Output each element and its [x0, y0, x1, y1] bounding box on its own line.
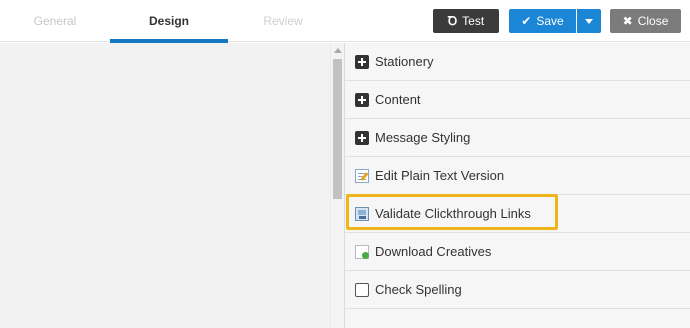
- panel-item-edit-plain-text[interactable]: Edit Plain Text Version: [345, 157, 690, 195]
- save-button-label: Save: [536, 14, 564, 28]
- scrollbar-thumb[interactable]: [333, 59, 342, 199]
- header-bar: General Design Review Ꝺ Test ✔ Save ✖ Close: [0, 0, 690, 43]
- panel-item-label: Stationery: [375, 54, 434, 69]
- chevron-down-icon: [585, 19, 593, 25]
- edit-document-icon: [355, 169, 369, 183]
- save-options-dropdown[interactable]: [577, 9, 601, 33]
- plus-square-icon: [355, 131, 369, 145]
- panel-item-message-styling[interactable]: Message Styling: [345, 119, 690, 157]
- highlight-outline: [346, 194, 558, 230]
- design-options-panel: Stationery Content Message Styling Edit …: [344, 43, 690, 328]
- close-icon: ✖: [622, 14, 633, 28]
- plus-square-icon: [355, 55, 369, 69]
- panel-item-label: Content: [375, 92, 421, 107]
- test-button-label: Test: [462, 14, 485, 28]
- panel-item-label: Message Styling: [375, 130, 471, 145]
- test-icon: Ꝺ: [447, 14, 458, 28]
- plus-square-icon: [355, 93, 369, 107]
- save-button[interactable]: ✔ Save: [509, 9, 576, 33]
- panel-item-label: Edit Plain Text Version: [375, 168, 505, 183]
- checkbox-icon[interactable]: [355, 283, 369, 297]
- tab-design[interactable]: Design: [110, 0, 228, 43]
- download-document-icon: [355, 245, 369, 259]
- design-canvas: [0, 43, 330, 328]
- panel-item-stationery[interactable]: Stationery: [345, 43, 690, 81]
- checkmark-icon: ✔: [521, 14, 532, 28]
- tab-review[interactable]: Review: [228, 0, 338, 42]
- close-button[interactable]: ✖ Close: [610, 9, 681, 33]
- close-button-label: Close: [637, 14, 669, 28]
- panel-item-check-spelling[interactable]: Check Spelling: [345, 271, 690, 309]
- panel-item-label: Check Spelling: [375, 282, 462, 297]
- test-button[interactable]: Ꝺ Test: [433, 9, 499, 33]
- panel-item-label: Download Creatives: [375, 244, 492, 259]
- tab-general[interactable]: General: [0, 0, 110, 42]
- scroll-up-arrow-icon[interactable]: [334, 48, 342, 53]
- canvas-scrollbar[interactable]: [330, 43, 344, 328]
- panel-item-download-creatives[interactable]: Download Creatives: [345, 233, 690, 271]
- panel-item-content[interactable]: Content: [345, 81, 690, 119]
